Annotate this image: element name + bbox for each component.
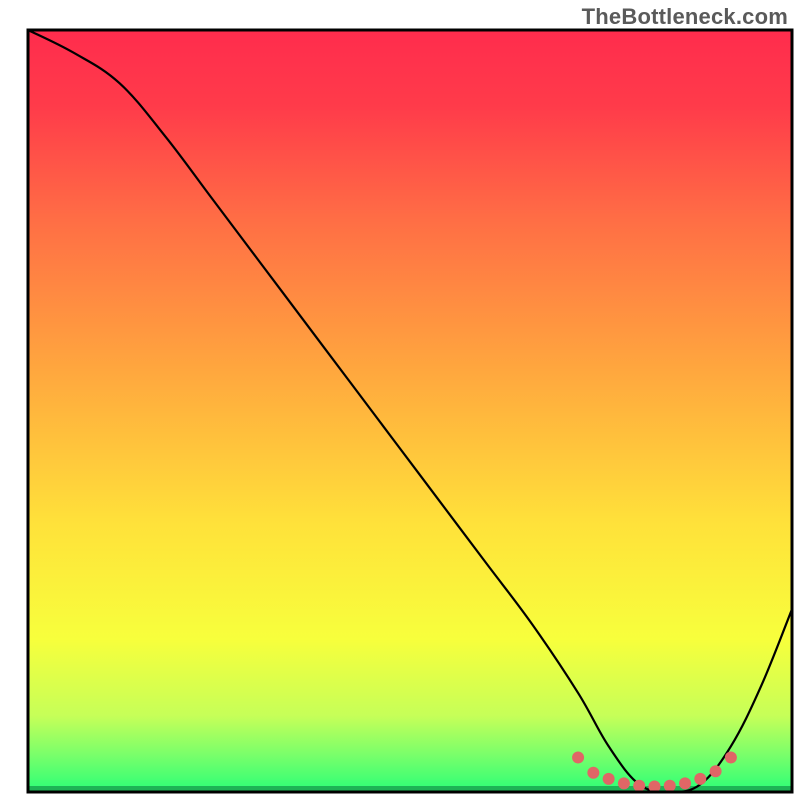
valley-dot bbox=[618, 777, 630, 789]
valley-dot bbox=[587, 767, 599, 779]
valley-dot bbox=[572, 752, 584, 764]
valley-dot bbox=[725, 752, 737, 764]
valley-dot bbox=[603, 773, 615, 785]
valley-dot bbox=[633, 780, 645, 792]
watermark-text: TheBottleneck.com bbox=[582, 4, 788, 30]
bottleneck-chart bbox=[0, 0, 800, 800]
chart-container: TheBottleneck.com bbox=[0, 0, 800, 800]
valley-dot bbox=[710, 765, 722, 777]
valley-dot bbox=[694, 773, 706, 785]
valley-dot bbox=[664, 780, 676, 792]
valley-dot bbox=[679, 777, 691, 789]
